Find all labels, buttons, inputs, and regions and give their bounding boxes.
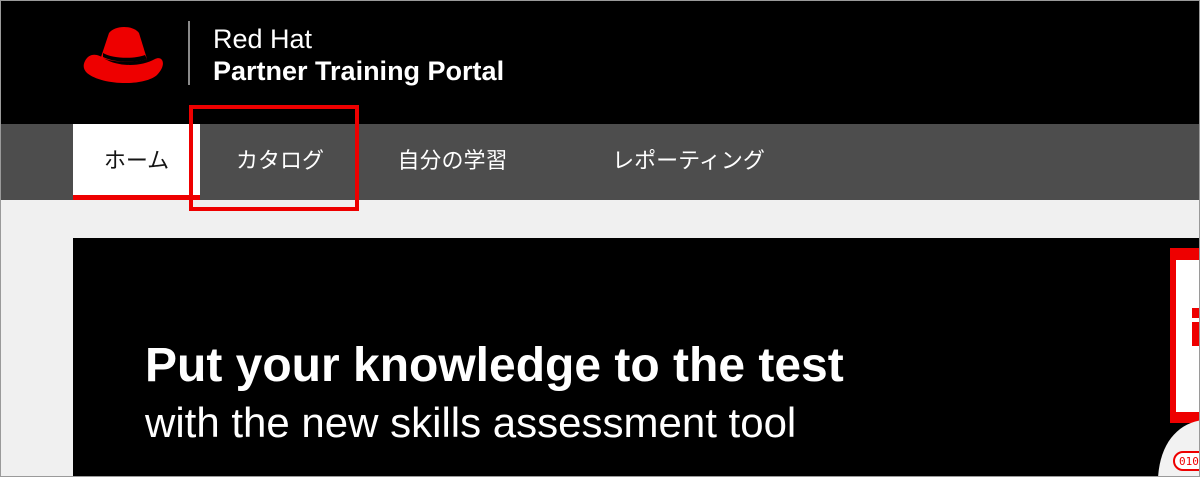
nav-item-my-learning[interactable]: 自分の学習 [360,124,545,200]
banner-illustration: 010101 [1158,248,1199,476]
page-frame: Red Hat Partner Training Portal ホーム カタログ… [0,0,1200,477]
hero-banner[interactable]: Put your knowledge to the test with the … [73,238,1199,476]
nav-item-reporting[interactable]: レポーティング [576,124,801,200]
nav-item-catalog[interactable]: カタログ [200,124,360,200]
masthead: Red Hat Partner Training Portal [1,1,1199,124]
brand-line-2: Partner Training Portal [213,56,505,86]
nav-item-home[interactable]: ホーム [73,124,200,200]
brand-name[interactable]: Red Hat Partner Training Portal [213,23,504,87]
banner-art-text: 010101 [1179,455,1199,468]
redhat-hat-icon[interactable] [81,23,165,87]
banner-subtitle: with the new skills assessment tool [145,399,797,446]
brand-line-1: Red Hat [213,24,313,54]
logo-divider [188,21,190,85]
main-nav: ホーム カタログ 自分の学習 レポーティング [1,124,1199,200]
banner-title: Put your knowledge to the test [145,339,844,392]
